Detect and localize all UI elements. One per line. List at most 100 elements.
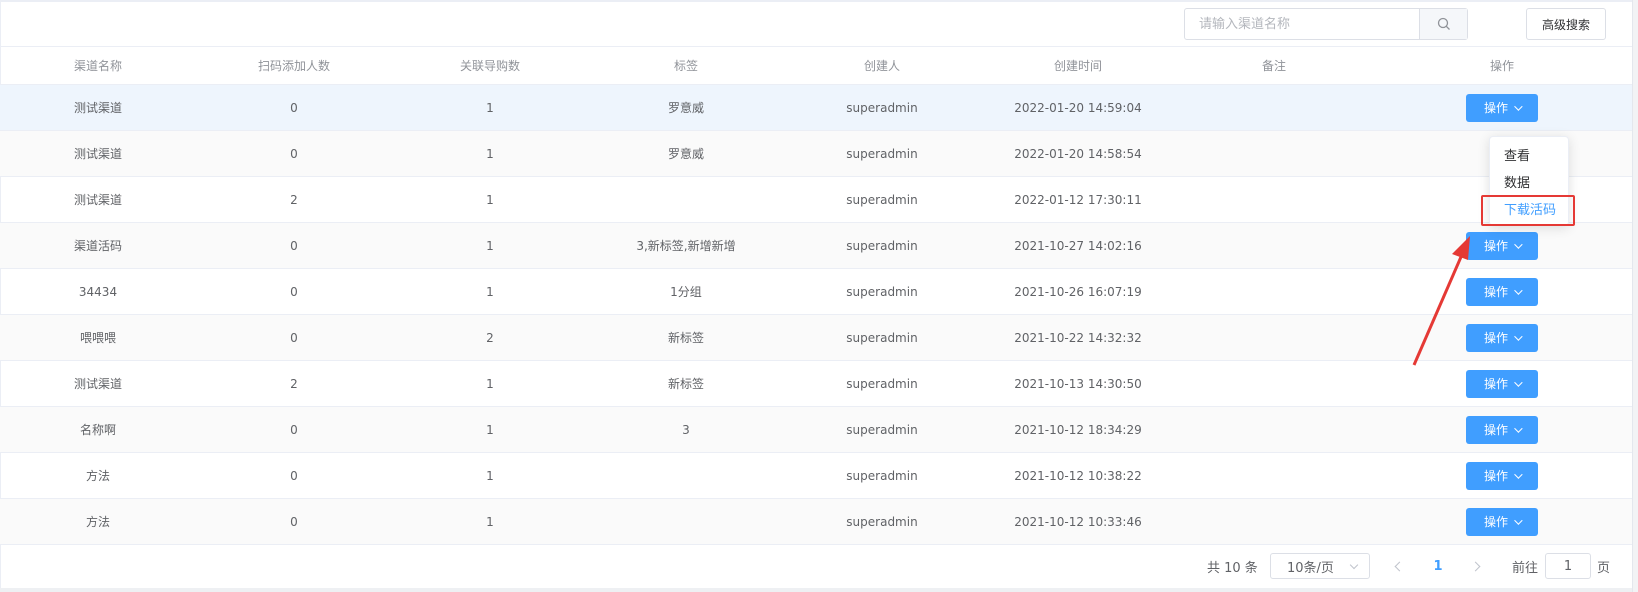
table-row[interactable]: 测试渠道 0 1 罗意威 superadmin 2022-01-20 14:59:04 操作: [0, 84, 1632, 131]
chevron-down-icon: [1514, 423, 1523, 433]
search-input[interactable]: [1185, 9, 1419, 39]
next-page-button[interactable]: [1463, 553, 1487, 579]
row-action-label: 操作: [1483, 515, 1508, 529]
cell-channel-name: 方法: [0, 452, 196, 499]
col-header-scan-adds: 扫码添加人数: [196, 46, 392, 85]
cell-linked-guides: 1: [392, 498, 588, 545]
cell-tags: 1分组: [588, 268, 784, 315]
row-action-label: 操作: [1483, 331, 1508, 345]
search-icon: [1437, 17, 1450, 30]
row-action-label: 操作: [1483, 423, 1508, 437]
row-action-button[interactable]: 操作: [1466, 93, 1538, 122]
page-number-current[interactable]: 1: [1425, 553, 1451, 579]
cell-channel-name: 渠道活码: [0, 222, 196, 269]
chevron-down-icon: [1514, 285, 1523, 295]
cell-actions: 操作: [1372, 360, 1632, 407]
cell-tags: 3: [588, 406, 784, 453]
row-action-button[interactable]: 操作: [1466, 415, 1538, 444]
page-size-value: 10条/页: [1287, 560, 1334, 576]
cell-created-time: 2022-01-20 14:58:54: [980, 130, 1176, 177]
cell-note: [1176, 130, 1372, 177]
cell-note: [1176, 176, 1372, 223]
highlight-box: [1481, 195, 1575, 226]
cell-linked-guides: 1: [392, 360, 588, 407]
table-row[interactable]: 喂喂喂 0 2 新标签 superadmin 2021-10-22 14:32:32 操作: [0, 314, 1632, 361]
cell-creator: superadmin: [784, 406, 980, 453]
table-row[interactable]: 渠道活码 0 1 3,新标签,新增新增 superadmin 2021-10-27 14:…: [0, 222, 1632, 269]
cell-creator: superadmin: [784, 130, 980, 177]
row-action-button[interactable]: 操作: [1466, 277, 1538, 306]
cell-created-time: 2022-01-12 17:30:11: [980, 176, 1176, 223]
cell-scan-adds: 0: [196, 498, 392, 545]
cell-linked-guides: 2: [392, 314, 588, 361]
pagination-total: 共 10 条: [1207, 561, 1258, 576]
table-row[interactable]: 测试渠道 0 1 罗意威 superadmin 2022-01-20 14:58:54: [0, 130, 1632, 177]
cell-actions: 操作: [1372, 452, 1632, 499]
row-action-label: 操作: [1483, 377, 1508, 391]
search-button[interactable]: [1419, 9, 1467, 39]
chevron-down-icon: [1349, 560, 1359, 570]
cell-actions: 操作: [1372, 222, 1632, 269]
cell-creator: superadmin: [784, 360, 980, 407]
pagination: 共 10 条 10条/页 1 前往 页: [0, 553, 1632, 579]
cell-tags: [588, 452, 784, 499]
cell-scan-adds: 0: [196, 406, 392, 453]
row-action-button[interactable]: 操作: [1466, 507, 1538, 536]
cell-creator: superadmin: [784, 498, 980, 545]
dropdown-item-view[interactable]: 查看: [1490, 143, 1568, 170]
table-row[interactable]: 34434 0 1 1分组 superadmin 2021-10-26 16:07:19 操…: [0, 268, 1632, 315]
cell-linked-guides: 1: [392, 130, 588, 177]
table-row[interactable]: 测试渠道 2 1 superadmin 2022-01-12 17:30:11: [0, 176, 1632, 223]
cell-creator: superadmin: [784, 222, 980, 269]
cell-created-time: 2021-10-27 14:02:16: [980, 222, 1176, 269]
cell-channel-name: 测试渠道: [0, 84, 196, 131]
advanced-search-button[interactable]: 高级搜索: [1526, 8, 1606, 40]
chevron-down-icon: [1514, 469, 1523, 479]
cell-scan-adds: 0: [196, 222, 392, 269]
chevron-down-icon: [1514, 331, 1523, 341]
cell-scan-adds: 0: [196, 268, 392, 315]
goto-page-input[interactable]: [1545, 553, 1591, 579]
cell-channel-name: 喂喂喂: [0, 314, 196, 361]
cell-note: [1176, 452, 1372, 499]
cell-creator: superadmin: [784, 268, 980, 315]
chevron-right-icon: [1470, 561, 1480, 571]
table-row[interactable]: 方法 0 1 superadmin 2021-10-12 10:38:22 操作: [0, 452, 1632, 499]
cell-channel-name: 测试渠道: [0, 176, 196, 223]
cell-tags: 新标签: [588, 314, 784, 361]
cell-created-time: 2021-10-22 14:32:32: [980, 314, 1176, 361]
cell-linked-guides: 1: [392, 222, 588, 269]
col-header-tags: 标签: [588, 46, 784, 85]
cell-tags: [588, 176, 784, 223]
search-box: [1184, 8, 1468, 40]
table-row[interactable]: 方法 0 1 superadmin 2021-10-12 10:33:46 操作: [0, 498, 1632, 545]
cell-actions: 操作: [1372, 268, 1632, 315]
cell-note: [1176, 498, 1372, 545]
cell-tags: 罗意威: [588, 84, 784, 131]
row-action-label: 操作: [1483, 469, 1508, 483]
col-header-note: 备注: [1176, 46, 1372, 85]
table-header-row: 渠道名称 扫码添加人数 关联导购数 标签 创建人 创建时间 备注 操作: [0, 46, 1632, 85]
table-row[interactable]: 名称啊 0 1 3 superadmin 2021-10-12 18:34:29 操作: [0, 406, 1632, 453]
page-size-select[interactable]: 10条/页: [1270, 553, 1370, 579]
row-action-button[interactable]: 操作: [1466, 323, 1538, 352]
dropdown-item-data[interactable]: 数据: [1490, 170, 1568, 197]
cell-note: [1176, 268, 1372, 315]
cell-creator: superadmin: [784, 314, 980, 361]
row-action-button[interactable]: 操作: [1466, 369, 1538, 398]
bottom-divider: [0, 588, 1632, 592]
cell-note: [1176, 360, 1372, 407]
cell-tags: 新标签: [588, 360, 784, 407]
row-action-button[interactable]: 操作: [1466, 461, 1538, 490]
cell-scan-adds: 0: [196, 314, 392, 361]
cell-note: [1176, 222, 1372, 269]
cell-linked-guides: 1: [392, 176, 588, 223]
page-scrollbar[interactable]: [1632, 0, 1638, 592]
goto-label: 前往: [1512, 561, 1539, 576]
prev-page-button[interactable]: [1387, 553, 1411, 579]
table-row[interactable]: 测试渠道 2 1 新标签 superadmin 2021-10-13 14:30:50 操作: [0, 360, 1632, 407]
row-action-button[interactable]: 操作: [1466, 231, 1538, 260]
col-header-linked-guides: 关联导购数: [392, 46, 588, 85]
cell-tags: [588, 498, 784, 545]
cell-linked-guides: 1: [392, 452, 588, 499]
